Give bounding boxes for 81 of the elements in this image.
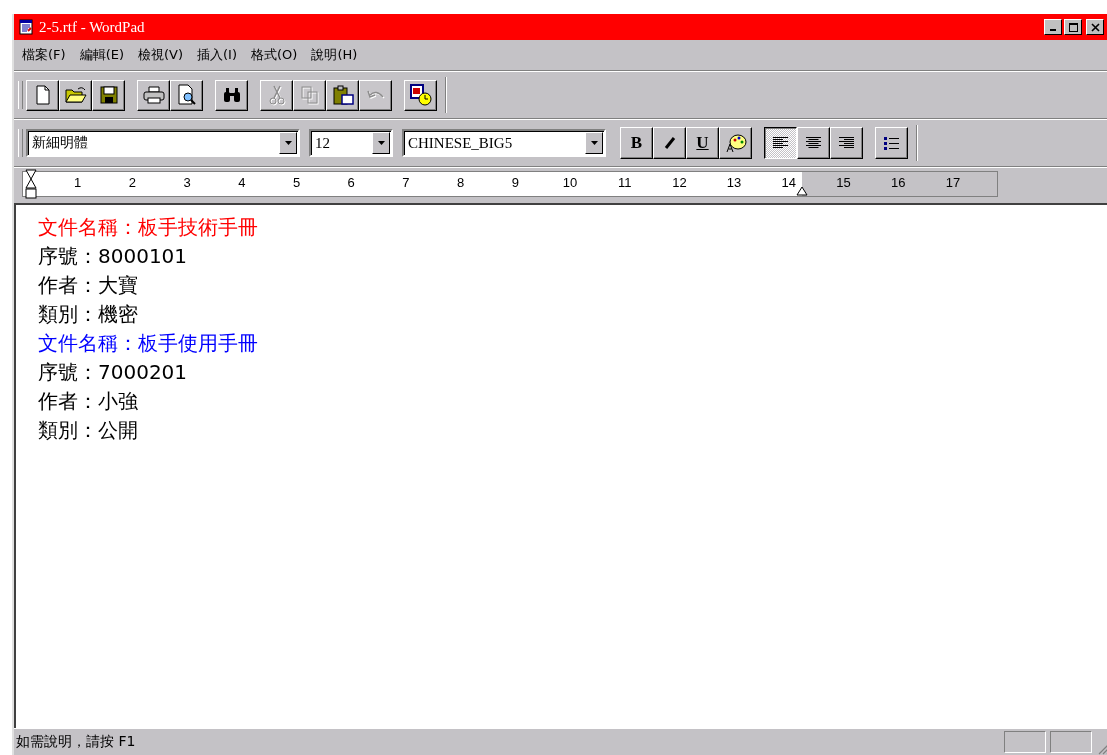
- menu-item[interactable]: 編輯(E): [79, 46, 124, 64]
- menu-item[interactable]: 格式(O): [251, 46, 298, 64]
- close-icon: [1090, 22, 1100, 32]
- page-magnifier-icon: [176, 84, 197, 106]
- align-right-button[interactable]: [830, 127, 863, 159]
- color-button[interactable]: [719, 127, 752, 159]
- text-line: 文件名稱：板手使用手冊: [38, 330, 259, 357]
- ruler-number: 14: [781, 175, 797, 191]
- align-center-button[interactable]: [797, 127, 830, 159]
- status-panel: [1004, 731, 1046, 753]
- printer-icon: [142, 86, 165, 104]
- text-line: 作者：小強: [38, 388, 139, 415]
- open-button[interactable]: [59, 79, 92, 111]
- ruler-number: 3: [183, 175, 191, 191]
- ruler-number: 4: [238, 175, 246, 191]
- save-button[interactable]: [92, 79, 125, 111]
- print-button[interactable]: [137, 79, 170, 111]
- text-line: 作者：大寶: [38, 272, 139, 299]
- copy-pages-icon: [299, 86, 320, 104]
- text-line: 文件名稱：板手技術手冊: [38, 214, 259, 241]
- menu-item[interactable]: 檢視(V): [138, 46, 184, 64]
- ruler-number: 12: [672, 175, 687, 191]
- status-panel: [1050, 731, 1092, 753]
- ruler-number: 1: [74, 175, 82, 191]
- align-lines-icon: [772, 136, 789, 150]
- ruler-number: 2: [128, 175, 136, 191]
- ruler-number: 5: [292, 175, 301, 191]
- binoculars-icon: [221, 87, 242, 103]
- new-button[interactable]: [26, 79, 59, 111]
- scissors-icon: [268, 85, 285, 105]
- font-dropdown[interactable]: 新細明體: [26, 129, 300, 157]
- text-line: 序號：7000201: [38, 359, 189, 386]
- text-line: 序號：8000101: [38, 243, 189, 270]
- italic-icon: [662, 136, 677, 150]
- ruler-number: 15: [836, 175, 851, 191]
- document-area[interactable]: 文件名稱：板手技術手冊 序號：8000101 作者：大寶 類別：機密 文件名稱：板手使用手冊 序號：7000201 作者：小強 類別：公開: [14, 205, 1107, 728]
- ruler-number: 11: [617, 175, 632, 191]
- dropdown-arrow-icon: [590, 141, 598, 145]
- ruler-number: 17: [945, 175, 961, 191]
- document-icon: [18, 19, 34, 35]
- maximize-button[interactable]: [1064, 19, 1082, 35]
- indent-marker-icon[interactable]: [25, 169, 37, 199]
- ruler-number: 7: [402, 175, 410, 191]
- ruler-number: 6: [347, 175, 355, 191]
- size-dropdown[interactable]: 12: [309, 129, 393, 157]
- ruler-number: 9: [511, 175, 519, 191]
- align-left-button[interactable]: [764, 127, 797, 159]
- underline-button[interactable]: U: [686, 127, 719, 159]
- script-dropdown[interactable]: CHINESE_BIG5: [402, 129, 606, 157]
- minimize-button[interactable]: [1044, 19, 1062, 35]
- menu-item[interactable]: 檔案(F): [22, 46, 66, 64]
- maximize-icon: [1068, 22, 1078, 32]
- bullet-list-icon: [883, 136, 900, 150]
- ruler-number: 16: [890, 175, 906, 191]
- bullets-button[interactable]: [875, 127, 908, 159]
- bold-button[interactable]: B: [620, 127, 653, 159]
- text-line: 類別：機密: [38, 301, 139, 328]
- preview-button[interactable]: [170, 79, 203, 111]
- paste-button[interactable]: [326, 79, 359, 111]
- find-button[interactable]: [215, 79, 248, 111]
- minimize-icon: [1050, 29, 1056, 31]
- right-indent-icon[interactable]: [795, 186, 808, 196]
- menu-item[interactable]: 插入(I): [197, 46, 237, 64]
- datetime-button[interactable]: [404, 79, 437, 111]
- status-text: 如需說明，請按 F1: [16, 733, 136, 751]
- dropdown-arrow-icon: [377, 141, 385, 145]
- ruler-number: 8: [457, 175, 465, 191]
- blank-page-icon: [33, 85, 52, 105]
- palette-icon: [724, 133, 747, 153]
- dropdown-arrow-icon: [284, 141, 292, 145]
- align-lines-icon: [838, 136, 855, 150]
- text-line: 類別：公開: [38, 417, 139, 444]
- ruler-number: 13: [726, 175, 742, 191]
- clipboard-icon: [331, 85, 354, 105]
- align-lines-icon: [805, 136, 822, 150]
- menu-item[interactable]: 說明(H): [311, 46, 358, 64]
- calendar-clock-icon: [409, 84, 432, 106]
- folder-icon: [64, 86, 87, 104]
- ruler-number: 10: [562, 175, 578, 191]
- close-button[interactable]: [1086, 19, 1104, 35]
- window-title: 2-5.rtf - WordPad: [39, 18, 145, 36]
